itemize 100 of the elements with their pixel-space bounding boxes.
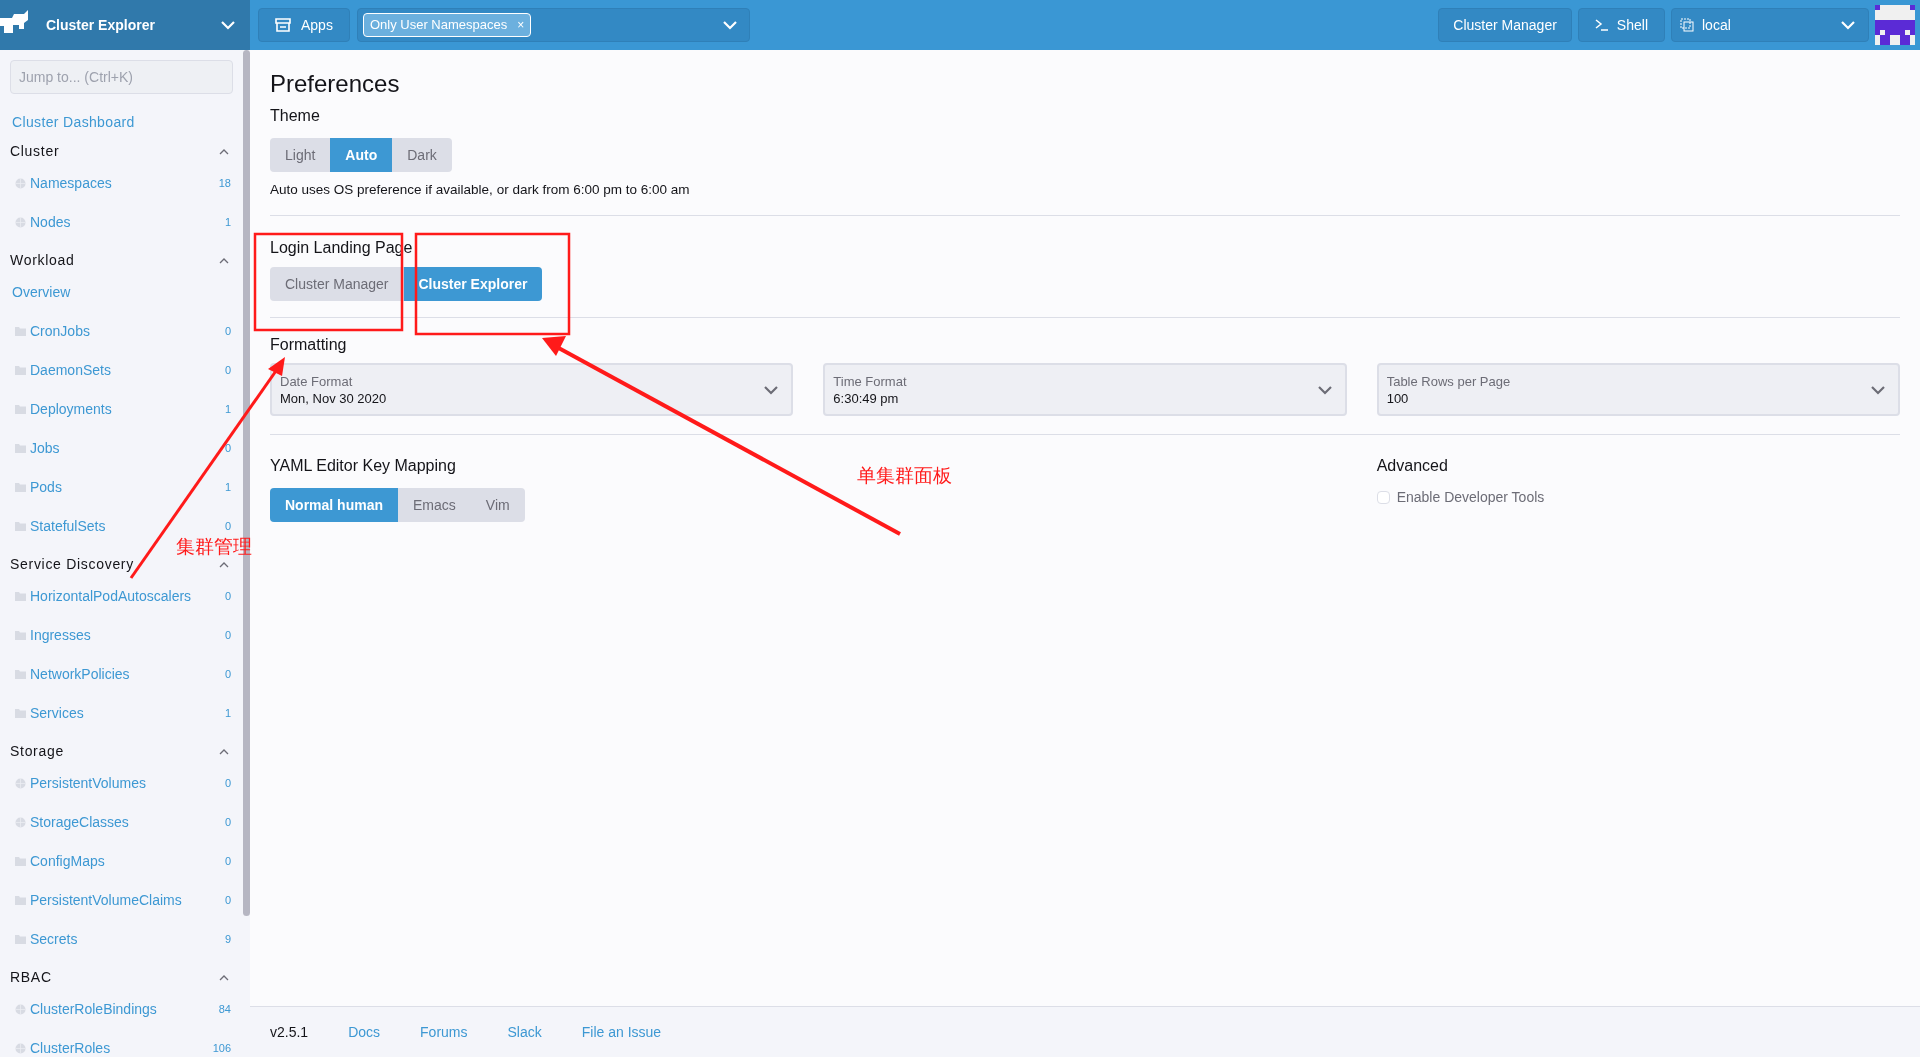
item-count: 1 [224, 215, 231, 231]
globe-icon [15, 778, 26, 789]
nav-item[interactable]: StorageClasses [30, 812, 225, 833]
group-title: RBAC [10, 968, 52, 987]
checkbox[interactable] [1376, 491, 1390, 505]
select-field[interactable]: Table Rows per Page 100 [1376, 363, 1900, 417]
chevron-down-icon [1316, 384, 1333, 395]
nav-item[interactable]: HorizontalPodAutoscalers [30, 586, 225, 607]
checkbox-label: Enable Developer Tools [1396, 488, 1545, 508]
chevron-up-icon[interactable] [219, 561, 229, 568]
chevron-down-icon [721, 20, 738, 30]
select-field[interactable]: Date Format Mon, Nov 30 2020 [270, 363, 794, 417]
nav-item[interactable]: ClusterRoleBindings [30, 999, 219, 1020]
nav-item[interactable]: Nodes [30, 212, 225, 233]
option-button[interactable]: Light [270, 138, 331, 172]
item-count: 0 [224, 667, 231, 683]
item-count: 84 [218, 1002, 231, 1018]
folder-icon [15, 709, 26, 718]
nav-item[interactable]: StatefulSets [30, 516, 225, 537]
item-count: 0 [224, 854, 231, 870]
nav-item[interactable]: Secrets [30, 929, 225, 950]
item-count: 9 [224, 932, 231, 948]
option-button[interactable]: Dark [392, 138, 452, 172]
footer-link[interactable]: Docs [348, 1021, 381, 1043]
chevron-up-icon[interactable] [219, 148, 229, 155]
field-value: 6:30:49 pm [833, 389, 900, 407]
nav-item[interactable]: ClusterRoles [30, 1038, 213, 1057]
field-label: Time Format [833, 372, 908, 390]
chevron-down-icon [1840, 20, 1856, 30]
footer-link[interactable]: File an Issue [581, 1021, 662, 1043]
chevron-up-icon[interactable] [219, 748, 229, 755]
nav-link[interactable]: Overview [12, 282, 71, 303]
item-count: 0 [224, 441, 231, 457]
item-count: 106 [212, 1041, 231, 1057]
apps-button[interactable]: Apps [258, 8, 350, 42]
chevron-up-icon[interactable] [219, 974, 229, 981]
folder-icon [15, 522, 26, 531]
nav-item[interactable]: Jobs [30, 438, 225, 459]
item-count: 0 [224, 776, 231, 792]
item-count: 0 [224, 324, 231, 340]
field-label: Table Rows per Page [1386, 372, 1512, 390]
group-title: Service Discovery [10, 555, 134, 574]
item-count: 0 [224, 589, 231, 605]
cluster-select[interactable]: local [1671, 8, 1869, 42]
folder-icon [15, 896, 26, 905]
option-button[interactable]: Emacs [398, 488, 471, 523]
group-title: Storage [10, 742, 64, 761]
field-value: 100 [1386, 389, 1410, 407]
cluster-manager-button[interactable]: Cluster Manager [1438, 8, 1572, 42]
section-label: Formatting [270, 335, 347, 356]
cluster-icon [1680, 18, 1694, 32]
namespace-select[interactable]: Only User Namespaces × [356, 8, 750, 42]
folder-icon [15, 670, 26, 679]
nav-item[interactable]: PersistentVolumeClaims [30, 890, 225, 911]
dashboard-link[interactable]: Cluster Dashboard [12, 112, 233, 133]
version-text: v2.5.1 [270, 1022, 309, 1042]
item-count: 1 [224, 706, 231, 722]
item-count: 0 [224, 519, 231, 535]
option-button[interactable]: Cluster Explorer [403, 267, 543, 302]
group-title: Cluster [10, 142, 60, 161]
shell-button[interactable]: Shell [1577, 8, 1665, 42]
footer-link[interactable]: Forums [420, 1021, 468, 1043]
option-button[interactable]: Vim [470, 488, 525, 523]
chevron-down-icon [763, 384, 780, 395]
nav-item[interactable]: DaemonSets [30, 360, 225, 381]
select-field[interactable]: Time Format 6:30:49 pm [823, 363, 1347, 417]
folder-icon [15, 592, 26, 601]
item-count: 0 [224, 628, 231, 644]
globe-icon [15, 178, 26, 189]
nav-item[interactable]: NetworkPolicies [30, 664, 225, 685]
option-button[interactable]: Auto [330, 138, 393, 172]
globe-icon [15, 817, 26, 828]
folder-icon [15, 405, 26, 414]
terminal-icon [1594, 19, 1609, 31]
store-icon [275, 18, 291, 32]
folder-icon [15, 935, 26, 944]
nav-item[interactable]: Deployments [30, 399, 225, 420]
theme-note: Auto uses OS preference if available, or dark from 6:00 pm to 6:00 am [270, 181, 691, 199]
nav-item[interactable]: Pods [30, 477, 225, 498]
option-button[interactable]: Normal human [270, 488, 398, 523]
folder-icon [15, 444, 26, 453]
item-count: 18 [218, 176, 231, 192]
nav-item[interactable]: PersistentVolumes [30, 773, 225, 794]
section-label: YAML Editor Key Mapping [270, 456, 456, 477]
section-label: Theme [270, 106, 320, 126]
nav-item[interactable]: ConfigMaps [30, 851, 225, 872]
nav-item[interactable]: CronJobs [30, 321, 225, 342]
footer-link[interactable]: Slack [507, 1021, 542, 1043]
folder-icon [15, 857, 26, 866]
search-field[interactable]: Jump to... (Ctrl+K) [10, 60, 233, 94]
folder-icon [15, 631, 26, 640]
option-button[interactable]: Cluster Manager [270, 267, 404, 302]
nav-item[interactable]: Services [30, 703, 225, 724]
remove-tag-button[interactable]: × [517, 16, 525, 34]
item-count: 0 [224, 363, 231, 379]
nav-item[interactable]: Ingresses [30, 625, 225, 646]
chevron-up-icon[interactable] [219, 257, 229, 264]
nav-item[interactable]: Namespaces [30, 173, 219, 194]
field-value: Mon, Nov 30 2020 [280, 389, 388, 407]
item-count: 1 [224, 480, 231, 496]
